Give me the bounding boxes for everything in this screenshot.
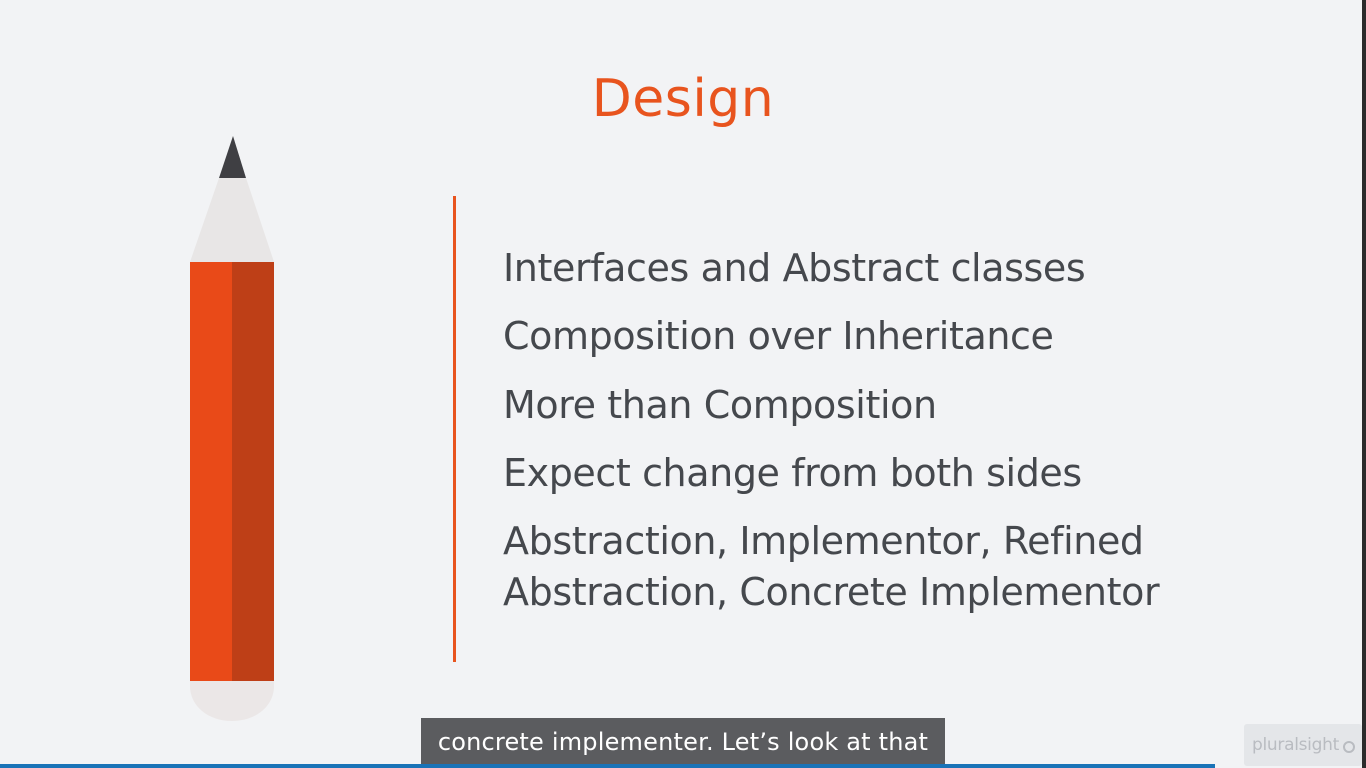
bullet-item: Expect change from both sides (503, 450, 1082, 495)
window-edge (1362, 0, 1366, 768)
bullet-item: Interfaces and Abstract classes (503, 246, 1086, 290)
bullet-item: Composition over Inheritance (503, 314, 1054, 359)
slide: Design Interfaces and Abstract classes C… (0, 0, 1362, 768)
progress-bar[interactable] (0, 764, 1215, 768)
logo-text: pluralsight (1252, 735, 1339, 755)
pluralsight-logo-icon (1343, 741, 1355, 753)
bullet-item: Abstraction, Implementor, Refined Abstra… (503, 519, 1160, 615)
pluralsight-logo: pluralsight (1244, 724, 1362, 766)
bullet-list: Interfaces and Abstract classes Composit… (503, 243, 1223, 636)
bullet-item: More than Composition (503, 382, 937, 427)
divider (453, 196, 456, 662)
pencil-icon (190, 136, 274, 721)
slide-title: Design (591, 69, 775, 129)
caption-overlay: concrete implementer. Let’s look at that (421, 718, 945, 767)
